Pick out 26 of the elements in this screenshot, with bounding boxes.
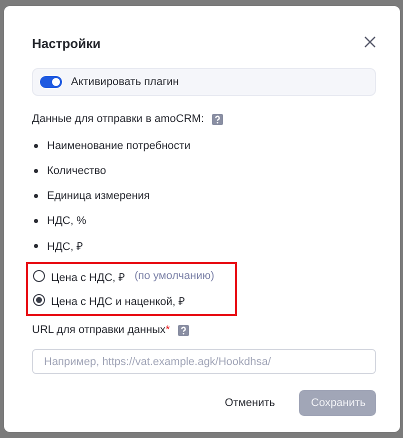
default-note: (по умолчанию) xyxy=(134,270,214,282)
bullet-icon xyxy=(34,168,38,172)
help-icon[interactable] xyxy=(178,324,189,336)
section-label: Данные для отправки в amoCRM: xyxy=(32,113,204,125)
bullet-icon xyxy=(34,244,38,248)
dialog-title: Настройки xyxy=(32,36,101,51)
list-item: Количество xyxy=(47,164,106,176)
cancel-button[interactable]: Отменить xyxy=(224,390,275,416)
list-item: НДС, ₽ xyxy=(47,240,82,253)
toggle-switch[interactable] xyxy=(40,76,62,88)
bullet-icon xyxy=(34,194,38,198)
help-icon[interactable] xyxy=(212,114,224,124)
toggle-label: Активировать плагин xyxy=(71,76,179,88)
list-item: НДС, % xyxy=(47,214,86,226)
bullet-icon xyxy=(34,144,38,148)
field-label: URL для отправки данных xyxy=(32,324,166,336)
close-icon[interactable] xyxy=(364,36,376,48)
list-item: Единица измерения xyxy=(47,190,150,202)
required-mark: * xyxy=(166,324,170,336)
radio-button[interactable] xyxy=(33,270,45,282)
radio-button[interactable] xyxy=(33,294,45,306)
radio-label[interactable]: Цена с НДС и наценкой, ₽ xyxy=(51,292,185,308)
bullet-icon xyxy=(34,218,38,222)
radio-label[interactable]: Цена с НДС, ₽ xyxy=(51,268,125,284)
list-item: Наименование потребности xyxy=(47,140,190,152)
url-input[interactable]: Например, https://vat.example.agk/Hookdhsa/ xyxy=(32,349,376,374)
